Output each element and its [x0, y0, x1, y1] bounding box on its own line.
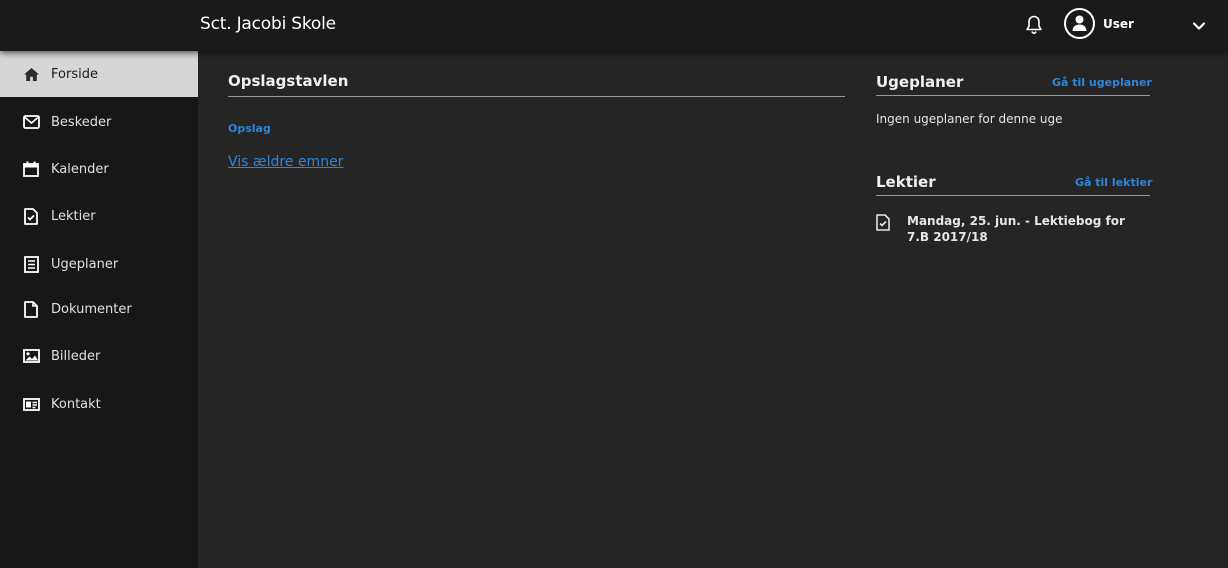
checklist-icon [22, 255, 40, 273]
sidebar-item-lektier[interactable]: Lektier [0, 193, 198, 239]
sidebar-item-label: Kontakt [51, 396, 101, 412]
sidebar-item-label: Kalender [51, 161, 109, 177]
weekplans-divider [876, 95, 1150, 96]
sidebar-item-kontakt[interactable]: Kontakt [0, 381, 198, 427]
homework-icon [876, 214, 892, 232]
sidebar: Forside Beskeder Kalender Lektier Ugepla… [0, 51, 198, 568]
sidebar-item-dokumenter[interactable]: Dokumenter [0, 286, 198, 332]
bulletin-divider [228, 96, 845, 97]
calendar-icon [22, 160, 40, 178]
school-name[interactable]: Sct. Jacobi Skole [200, 14, 336, 34]
sidebar-item-label: Beskeder [51, 114, 112, 130]
bell-icon[interactable] [1022, 13, 1046, 37]
sidebar-item-label: Billeder [51, 348, 101, 364]
homework-icon [22, 207, 40, 225]
document-icon [22, 300, 40, 318]
sidebar-item-billeder[interactable]: Billeder [0, 333, 198, 379]
sidebar-item-label: Forside [51, 66, 98, 82]
homework-item[interactable]: Mandag, 25. jun. - Lektiebog for 7.B 201… [876, 213, 1146, 245]
homework-item-text: Mandag, 25. jun. - Lektiebog for 7.B 201… [907, 214, 1125, 244]
homework-title: Lektier [876, 173, 936, 191]
user-avatar-icon[interactable] [1064, 8, 1095, 39]
sidebar-item-label: Ugeplaner [51, 256, 119, 272]
home-icon [22, 65, 40, 83]
sidebar-item-forside[interactable]: Forside [0, 51, 198, 97]
sidebar-item-ugeplaner[interactable]: Ugeplaner [0, 241, 198, 287]
show-older-link[interactable]: Vis ældre emner [228, 154, 343, 170]
envelope-icon [22, 113, 40, 131]
sidebar-item-beskeder[interactable]: Beskeder [0, 99, 198, 145]
chevron-down-icon[interactable] [1191, 18, 1207, 32]
user-name[interactable]: User [1103, 17, 1134, 31]
go-to-homework-link[interactable]: Gå til lektier [1075, 176, 1152, 189]
weekplans-title: Ugeplaner [876, 73, 964, 91]
top-bar: Sct. Jacobi Skole User [0, 0, 1228, 51]
sidebar-item-label: Dokumenter [51, 301, 132, 317]
weekplans-empty-text: Ingen ugeplaner for denne uge [876, 112, 1063, 126]
contact-card-icon [22, 395, 40, 413]
posts-link[interactable]: Opslag [228, 122, 271, 135]
sidebar-item-kalender[interactable]: Kalender [0, 146, 198, 192]
go-to-weekplans-link[interactable]: Gå til ugeplaner [1052, 76, 1152, 89]
image-icon [22, 347, 40, 365]
bulletin-title: Opslagstavlen [228, 72, 349, 90]
homework-divider [876, 195, 1150, 196]
sidebar-item-label: Lektier [51, 208, 96, 224]
